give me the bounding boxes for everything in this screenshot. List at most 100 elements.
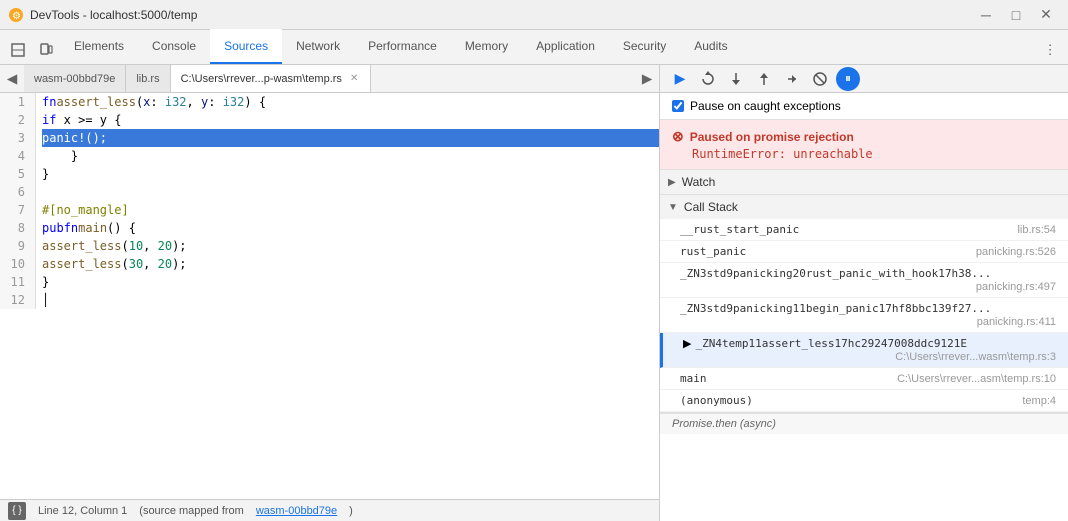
call-stack-list: __rust_start_panic lib.rs:54 rust_panic … — [660, 219, 1068, 412]
cs-fn-row-4: ▶ _ZN4temp11assert_less17hc29247008ddc91… — [683, 337, 1056, 350]
code-editor[interactable]: 1 2 3 4 5 6 7 8 9 10 11 12 fn assert_les… — [0, 93, 659, 499]
main-area: ◀ wasm-00bbd79e lib.rs C:\Users\rrever..… — [0, 65, 1068, 521]
call-stack-item-1[interactable]: rust_panic panicking.rs:526 — [660, 241, 1068, 263]
line-num-10: 10 — [0, 255, 29, 273]
code-line-8: pub fn main() { — [42, 219, 659, 237]
tab-performance[interactable]: Performance — [354, 29, 451, 64]
filetab-wasm[interactable]: wasm-00bbd79e — [24, 65, 126, 93]
step-button[interactable] — [780, 67, 804, 91]
line-num-8: 8 — [0, 219, 29, 237]
cs-file-3: panicking.rs:411 — [680, 316, 1056, 328]
tab-sources[interactable]: Sources — [210, 29, 282, 64]
line-num-5: 5 — [0, 165, 29, 183]
watch-chevron-icon: ▶ — [668, 177, 676, 188]
step-into-button[interactable] — [724, 67, 748, 91]
code-line-9: assert_less(10, 20); — [42, 237, 659, 255]
titlebar-title: DevTools - localhost:5000/temp — [30, 8, 972, 22]
cs-fn-5: main — [680, 372, 707, 385]
filetab-close-icon[interactable]: ✕ — [348, 72, 360, 85]
format-button[interactable]: { } — [8, 502, 26, 520]
source-map-end: ) — [349, 505, 353, 517]
devtools-icon: ⚙ — [8, 7, 24, 23]
error-title-text: Paused on promise rejection — [690, 130, 854, 144]
error-title-row: ⊗ Paused on promise rejection — [672, 128, 1056, 145]
cs-file-5: C:\Users\rrever...asm\temp.rs:10 — [897, 373, 1056, 385]
minimize-button[interactable]: ─ — [972, 5, 1000, 25]
tab-network[interactable]: Network — [282, 29, 354, 64]
call-stack-section-label: Call Stack — [684, 200, 738, 214]
cs-fn-0: __rust_start_panic — [680, 223, 799, 236]
call-stack-item-0[interactable]: __rust_start_panic lib.rs:54 — [660, 219, 1068, 241]
pause-caught-label[interactable]: Pause on caught exceptions — [672, 99, 841, 113]
line-num-7: 7 — [0, 201, 29, 219]
code-line-2: if x >= y { — [42, 111, 659, 129]
cs-file-0: lib.rs:54 — [1017, 224, 1056, 236]
call-stack-section-header[interactable]: ▼ Call Stack — [660, 195, 1068, 219]
call-stack-chevron-icon: ▼ — [668, 202, 678, 213]
code-text: fn assert_less(x: i32, y: i32) { if x >=… — [36, 93, 659, 309]
cs-file-4: C:\Users\rrever...wasm\temp.rs:3 — [683, 351, 1056, 363]
code-line-12: │ — [42, 291, 659, 309]
tab-security[interactable]: Security — [609, 29, 680, 64]
call-stack-item-5[interactable]: main C:\Users\rrever...asm\temp.rs:10 — [660, 368, 1068, 390]
line-num-12: 12 — [0, 291, 29, 309]
cs-fn-2: _ZN3std9panicking20rust_panic_with_hook1… — [680, 267, 1056, 280]
device-toolbar-button[interactable] — [32, 36, 60, 64]
filetab-librs-label: lib.rs — [136, 73, 159, 85]
promise-async-text: Promise.then (async) — [672, 418, 776, 430]
tab-elements[interactable]: Elements — [60, 29, 138, 64]
error-section: ⊗ Paused on promise rejection RuntimeErr… — [660, 120, 1068, 170]
pause-caught-exceptions-row: Pause on caught exceptions — [660, 93, 1068, 120]
maximize-button[interactable]: □ — [1002, 5, 1030, 25]
code-line-3: panic!(); — [42, 129, 659, 147]
watch-section-label: Watch — [682, 175, 716, 189]
watch-section-header[interactable]: ▶ Watch — [660, 170, 1068, 194]
cs-file-6: temp:4 — [1022, 395, 1056, 407]
filetab-temprs[interactable]: C:\Users\rrever...p-wasm\temp.rs ✕ — [171, 65, 372, 93]
line-numbers: 1 2 3 4 5 6 7 8 9 10 11 12 — [0, 93, 36, 309]
code-line-1: fn assert_less(x: i32, y: i32) { — [42, 93, 659, 111]
code-line-5: } — [42, 165, 659, 183]
code-line-11: } — [42, 273, 659, 291]
call-stack-section: ▼ Call Stack __rust_start_panic lib.rs:5… — [660, 195, 1068, 413]
step-out-button[interactable] — [752, 67, 776, 91]
deactivate-breakpoints-button[interactable] — [808, 67, 832, 91]
tab-application[interactable]: Application — [522, 29, 609, 64]
tab-audits[interactable]: Audits — [680, 29, 741, 64]
more-tools-button[interactable]: ⋮ — [1036, 36, 1064, 64]
code-line-6 — [42, 183, 659, 201]
filetab-temprs-label: C:\Users\rrever...p-wasm\temp.rs — [181, 73, 342, 85]
nav-more-area: ⋮ — [1036, 36, 1064, 64]
cs-file-2: panicking.rs:497 — [680, 281, 1056, 293]
line-num-2: 2 — [0, 111, 29, 129]
cursor-position: Line 12, Column 1 — [38, 505, 127, 517]
cs-fn-4: _ZN4temp11assert_less17hc29247008ddc9121… — [695, 337, 967, 350]
resume-button[interactable]: ▶ — [668, 67, 692, 91]
pause-on-exceptions-button[interactable]: ⏸ — [836, 67, 860, 91]
inspect-element-button[interactable] — [4, 36, 32, 64]
add-file-button[interactable]: ▶ — [635, 65, 659, 93]
call-stack-item-3[interactable]: _ZN3std9panicking11begin_panic17hf8bbc13… — [660, 298, 1068, 333]
tab-memory[interactable]: Memory — [451, 29, 522, 64]
statusbar: { } Line 12, Column 1 (source mapped fro… — [0, 499, 659, 521]
nav-tabs-bar: Elements Console Sources Network Perform… — [0, 30, 1068, 65]
tab-console[interactable]: Console — [138, 29, 210, 64]
right-panel: ▶ ⏸ Pause on caugh — [660, 65, 1068, 521]
call-stack-item-4-current[interactable]: ▶ _ZN4temp11assert_less17hc29247008ddc91… — [660, 333, 1068, 368]
code-line-4: } — [42, 147, 659, 165]
filetab-librs[interactable]: lib.rs — [126, 65, 170, 93]
pause-caught-checkbox[interactable] — [672, 100, 684, 112]
cs-file-1: panicking.rs:526 — [976, 246, 1056, 258]
call-stack-item-6[interactable]: (anonymous) temp:4 — [660, 390, 1068, 412]
current-frame-arrow-icon: ▶ — [683, 337, 691, 350]
source-map-link[interactable]: wasm-00bbd79e — [256, 505, 337, 517]
error-detail-text: RuntimeError: unreachable — [672, 147, 1056, 161]
step-over-button[interactable] — [696, 67, 720, 91]
call-stack-item-2[interactable]: _ZN3std9panicking20rust_panic_with_hook1… — [660, 263, 1068, 298]
close-button[interactable]: ✕ — [1032, 5, 1060, 25]
back-file-button[interactable]: ◀ — [0, 65, 24, 93]
line-num-6: 6 — [0, 183, 29, 201]
svg-text:⚙: ⚙ — [12, 11, 21, 22]
line-num-3: 3 — [0, 129, 29, 147]
left-panel: ◀ wasm-00bbd79e lib.rs C:\Users\rrever..… — [0, 65, 660, 521]
